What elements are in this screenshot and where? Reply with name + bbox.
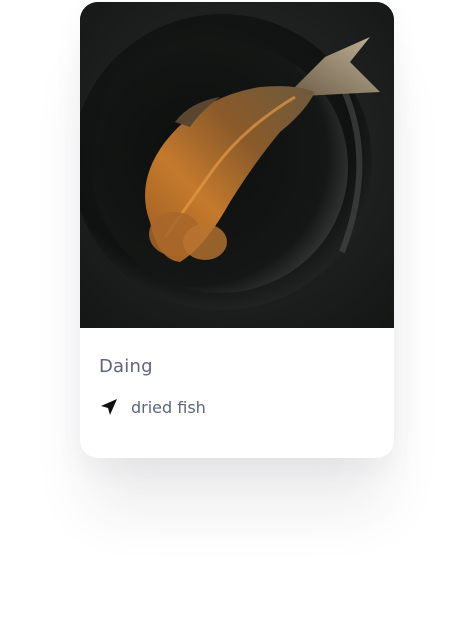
card-meta: dried fish — [99, 396, 206, 418]
card-info: Daing dried fish — [80, 328, 394, 458]
card-title: Daing — [99, 356, 153, 377]
card-category: dried fish — [131, 397, 206, 417]
fish-head-right — [183, 224, 227, 260]
navigation-arrow-icon — [99, 397, 119, 417]
food-card[interactable]: Daing dried fish — [80, 2, 394, 458]
food-photo — [80, 2, 394, 328]
page: Daing dried fish — [0, 0, 474, 639]
